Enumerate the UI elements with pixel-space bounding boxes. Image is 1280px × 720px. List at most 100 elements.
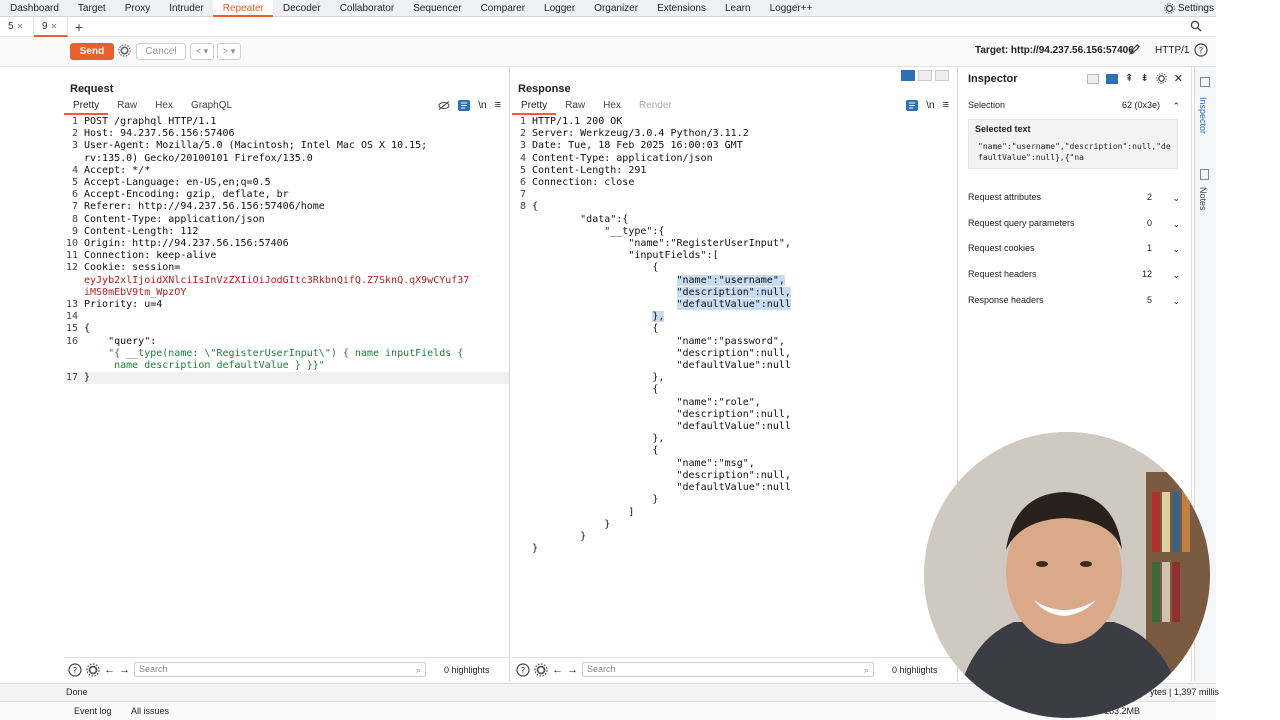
forward-button[interactable]: > ▾ <box>217 43 241 60</box>
collapse-all-icon[interactable]: ⇞ <box>1125 73 1133 84</box>
code-line[interactable]: 9 Content-Length: 112 <box>64 226 509 238</box>
code-line[interactable]: "inputFields":[ <box>512 250 957 262</box>
hide-icon[interactable] <box>438 100 450 111</box>
menu-icon[interactable]: ≡ <box>495 99 501 111</box>
tab-render[interactable]: Render <box>630 99 681 115</box>
side-tab-notes[interactable]: Notes <box>1198 187 1208 211</box>
tab-learn[interactable]: Learn <box>715 0 760 17</box>
code-line[interactable]: name description defaultValue } }}" <box>64 360 509 372</box>
code-line[interactable]: 2 Server: Werkzeug/3.0.4 Python/3.11.2 <box>512 128 957 140</box>
code-line[interactable]: "name":"msg", <box>512 458 957 470</box>
code-line[interactable]: 2 Host: 94.237.56.156:57406 <box>64 128 509 140</box>
code-line[interactable]: "defaultValue":null <box>512 482 957 494</box>
code-line[interactable]: } <box>512 494 957 506</box>
tab-target[interactable]: Target <box>68 0 115 17</box>
code-line[interactable]: eyJyb2xlIjoidXNlciIsInVzZXIiOiJodGItc3Rk… <box>64 275 509 287</box>
tab-raw[interactable]: Raw <box>556 99 594 115</box>
tab-pretty[interactable]: Pretty <box>64 99 109 115</box>
help-icon[interactable]: ? <box>68 662 82 677</box>
code-line[interactable]: iMS0mEbV9tm_WpzOY <box>64 287 509 299</box>
side-tab-inspector[interactable]: Inspector <box>1198 97 1208 134</box>
layout-stacked-icon[interactable] <box>918 70 932 81</box>
tab-dashboard[interactable]: Dashboard <box>0 0 68 17</box>
tab-graphql[interactable]: GraphQL <box>182 99 241 115</box>
layout-list-icon[interactable] <box>1087 73 1099 84</box>
tab-collaborator[interactable]: Collaborator <box>330 0 403 17</box>
code-line[interactable]: "description":null, <box>512 348 957 360</box>
inspector-selection-row[interactable]: Selection 62 (0x3e) ⌃ <box>968 96 1184 114</box>
newline-icon[interactable]: \n <box>478 100 486 111</box>
tab-raw[interactable]: Raw <box>108 99 146 115</box>
code-line[interactable]: 4 Accept: */* <box>64 165 509 177</box>
inspector-row-request-cookies[interactable]: Request cookies 1 ⌄ <box>968 239 1184 257</box>
http-version[interactable]: HTTP/1 <box>1155 45 1189 56</box>
code-line[interactable]: "defaultValue":null <box>512 360 957 372</box>
inspector-row-request-headers[interactable]: Request headers 12 ⌄ <box>968 265 1184 283</box>
code-line[interactable]: 17} <box>64 372 509 385</box>
tab-hex[interactable]: Hex <box>594 99 630 115</box>
code-line[interactable]: "__type":{ <box>512 226 957 238</box>
request-editor[interactable]: 1 POST /graphql HTTP/1.1 2 Host: 94.237.56.… <box>64 116 509 656</box>
repeater-tab-5[interactable]: 5 ✕ <box>0 16 34 37</box>
help-icon[interactable]: ? <box>516 662 530 677</box>
layout-side-by-side-icon[interactable] <box>901 70 915 81</box>
tab-sequencer[interactable]: Sequencer <box>403 0 470 17</box>
search-icon[interactable] <box>1190 20 1202 32</box>
notes-icon[interactable] <box>1200 169 1209 180</box>
code-line[interactable]: }, <box>512 433 957 445</box>
help-icon[interactable]: ? <box>1194 43 1208 57</box>
code-line[interactable]: 3 Date: Tue, 18 Feb 2025 16:00:03 GMT <box>512 140 957 152</box>
code-line[interactable]: 11 Connection: keep-alive <box>64 250 509 262</box>
chevron-down-icon[interactable]: ⌄ <box>1172 266 1180 284</box>
layout-tabs-icon[interactable] <box>935 70 949 81</box>
code-line[interactable]: ] <box>512 507 957 519</box>
code-line[interactable]: 16 "query": <box>64 336 509 348</box>
send-button[interactable]: Send <box>70 43 114 60</box>
response-search-input[interactable]: Search ⌕ <box>582 662 874 677</box>
code-line[interactable]: 6 Accept-Encoding: gzip, deflate, br <box>64 189 509 201</box>
newline-icon[interactable]: \n <box>926 100 934 111</box>
code-line[interactable]: 8 Content-Type: application/json <box>64 214 509 226</box>
tab-logger[interactable]: Logger <box>534 0 584 17</box>
code-line[interactable]: } <box>512 543 957 555</box>
wrap-icon[interactable] <box>458 99 471 111</box>
tab-logger-[interactable]: Logger++ <box>760 0 822 17</box>
response-editor[interactable]: 1 HTTP/1.1 200 OK 2 Server: Werkzeug/3.0.4 … <box>512 116 957 656</box>
gear-icon[interactable] <box>1156 73 1167 84</box>
code-line[interactable]: 12 Cookie: session= <box>64 262 509 274</box>
tab-organizer[interactable]: Organizer <box>584 0 647 17</box>
code-line[interactable]: }, <box>512 311 957 323</box>
tab-decoder[interactable]: Decoder <box>273 0 330 17</box>
code-line[interactable]: "defaultValue":null <box>512 421 957 433</box>
chevron-down-icon[interactable]: ⌄ <box>1172 292 1180 310</box>
code-line[interactable]: "description":null, <box>512 409 957 421</box>
code-line[interactable]: "name":"role", <box>512 397 957 409</box>
code-line[interactable]: 10 Origin: http://94.237.56.156:57406 <box>64 238 509 250</box>
menu-icon[interactable]: ≡ <box>943 99 949 111</box>
tab-pretty[interactable]: Pretty <box>512 99 557 115</box>
repeater-tab-9[interactable]: 9 ✕ <box>34 16 68 37</box>
settings-button[interactable]: Settings <box>1164 0 1214 17</box>
event-log-tab[interactable]: Event log <box>74 706 112 716</box>
code-line[interactable]: 13 Priority: u=4 <box>64 299 509 311</box>
code-line[interactable]: "name":"username", <box>512 274 957 287</box>
tab-intruder[interactable]: Intruder <box>159 0 212 17</box>
code-line[interactable]: 4 Content-Type: application/json <box>512 153 957 165</box>
code-line[interactable]: 7 Referer: http://94.237.56.156:57406/hom… <box>64 201 509 213</box>
tab-proxy[interactable]: Proxy <box>115 0 160 17</box>
back-button[interactable]: < ▾ <box>190 43 214 60</box>
code-line[interactable]: rv:135.0) Gecko/20100101 Firefox/135.0 <box>64 153 509 165</box>
arrow-left-icon[interactable]: ← <box>552 664 563 676</box>
code-line[interactable]: 1 POST /graphql HTTP/1.1 <box>64 116 509 128</box>
code-line[interactable]: 5 Accept-Language: en-US,en;q=0.5 <box>64 177 509 189</box>
code-line[interactable]: } <box>512 519 957 531</box>
expand-all-icon[interactable]: ⇟ <box>1140 73 1148 84</box>
gear-icon[interactable] <box>86 662 100 677</box>
chevron-down-icon[interactable]: ⌄ <box>1172 215 1180 233</box>
code-line[interactable]: { <box>512 323 957 335</box>
code-line[interactable]: { <box>512 384 957 396</box>
chevron-down-icon[interactable]: ⌄ <box>1172 240 1180 258</box>
inspector-panel-icon[interactable] <box>1200 77 1210 87</box>
code-line[interactable]: "data":{ <box>512 214 957 226</box>
arrow-right-icon[interactable]: → <box>567 664 578 676</box>
